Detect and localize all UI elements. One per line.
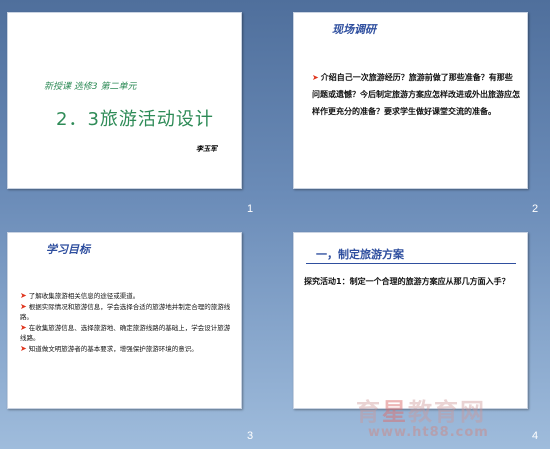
- slide-4-number: 4: [532, 430, 539, 442]
- slide-1-thumbnail[interactable]: 新授课 选修3 第二单元 2．3旅游活动设计 李玉军: [7, 12, 242, 189]
- slide-1-number: 1: [247, 203, 254, 215]
- slide-4-body: 探究活动1：制定一个合理的旅游方案应从那几方面入手？: [304, 277, 510, 286]
- list-item: ➤ 在收集旅游信息、选择旅游地、确定旅游线路的基础上，学会设计旅游线路。: [20, 322, 231, 343]
- slide-3-number: 3: [247, 430, 254, 442]
- slide-2-body-text: 介绍自己一次旅游经历？旅游前做了那些准备？有那些问题或遗憾？今后制定旅游方案应怎…: [312, 73, 520, 116]
- list-item: ➤ 根据实际情况和旅游信息，学会选择合适的旅游地并制定合理的旅游线路。: [20, 301, 231, 322]
- slide-1-author: 李玉军: [196, 145, 217, 153]
- slide-4-title: 一，制定旅游方案: [316, 248, 404, 261]
- slide-2-number: 2: [532, 203, 539, 215]
- slide-3-title: 学习目标: [46, 243, 90, 256]
- slide-2-title: 现场调研: [332, 23, 376, 36]
- watermark-logo: 育星教育网: [356, 398, 486, 426]
- bullet-arrow-icon: ➤: [312, 73, 319, 82]
- slide-3-thumbnail[interactable]: 学习目标 ➤ 了解收集旅游相关信息的途径或渠道。 ➤ 根据实际情况和旅游信息，学会选…: [7, 232, 242, 409]
- slide-1-subtitle: 新授课 选修3 第二单元: [44, 82, 137, 92]
- slide-2-thumbnail[interactable]: 现场调研 ➤ 介绍自己一次旅游经历？旅游前做了那些准备？有那些问题或遗憾？今后制定…: [293, 12, 528, 189]
- slide-4-thumbnail[interactable]: 一，制定旅游方案 探究活动1：制定一个合理的旅游方案应从那几方面入手？: [293, 232, 528, 409]
- slide-2-body: ➤ 介绍自己一次旅游经历？旅游前做了那些准备？有那些问题或遗憾？今后制定旅游方案应…: [312, 69, 520, 120]
- bullet-arrow-icon: ➤: [20, 343, 27, 353]
- list-item: ➤ 知道做文明旅游者的基本要求，增强保护旅游环境的意识。: [20, 343, 198, 353]
- list-item: ➤ 了解收集旅游相关信息的途径或渠道。: [20, 291, 140, 300]
- bullet-arrow-icon: ➤: [20, 322, 27, 332]
- slide-3-goal-list: ➤ 了解收集旅游相关信息的途径或渠道。 ➤ 根据实际情况和旅游信息，学会选择合适的旅…: [20, 291, 234, 354]
- bullet-arrow-icon: ➤: [20, 301, 27, 311]
- bullet-arrow-icon: ➤: [20, 291, 27, 300]
- watermark-url: www.ht88.com: [368, 425, 489, 440]
- slide-4-title-divider: [306, 263, 516, 264]
- slide-1-title: 2．3旅游活动设计: [56, 109, 214, 130]
